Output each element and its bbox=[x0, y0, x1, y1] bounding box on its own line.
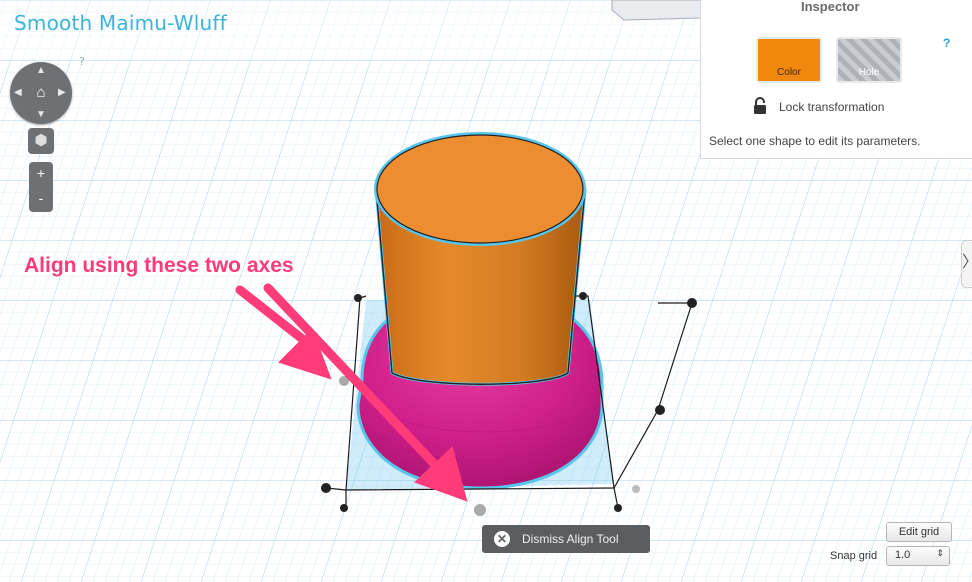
help-icon[interactable]: ? bbox=[79, 55, 85, 68]
align-handle bbox=[614, 504, 622, 512]
dismiss-align-tool-label: Dismiss Align Tool bbox=[522, 532, 619, 546]
panel-collapse-tab[interactable]: 〉 bbox=[961, 240, 972, 288]
hole-swatch-button[interactable]: Hole bbox=[836, 37, 902, 83]
align-handle bbox=[354, 294, 362, 302]
lock-icon[interactable] bbox=[753, 97, 767, 115]
document-title[interactable]: Smooth Maimu-Wluff bbox=[14, 11, 227, 35]
align-handle bbox=[579, 292, 587, 300]
orbit-up-icon[interactable]: ▲ bbox=[36, 66, 46, 76]
orbit-down-icon[interactable]: ▼ bbox=[36, 110, 46, 120]
zoom-control: + - bbox=[29, 162, 53, 212]
align-handle bbox=[632, 485, 640, 493]
orbit-control[interactable]: ▲ ▼ ◀ ▶ ⌂ bbox=[10, 62, 72, 124]
zoom-in-button[interactable]: + bbox=[29, 162, 53, 186]
select-arrows-icon: ⇕ bbox=[936, 548, 944, 558]
close-icon[interactable]: ✕ bbox=[494, 531, 510, 547]
align-handle bbox=[687, 298, 697, 308]
lock-transformation-label: Lock transformation bbox=[779, 100, 885, 114]
align-handle bbox=[655, 405, 665, 415]
align-handle bbox=[474, 504, 486, 516]
color-swatch-label: Color bbox=[777, 67, 801, 78]
inspector-panel: Inspector ? Color Hole Lock transformati… bbox=[700, 0, 972, 159]
align-handle bbox=[321, 483, 331, 493]
inspector-hint: Select one shape to edit its parameters. bbox=[709, 134, 921, 148]
view-cube-icon[interactable]: ⬢ bbox=[28, 128, 54, 154]
orbit-left-icon[interactable]: ◀ bbox=[14, 88, 22, 98]
color-swatch-button[interactable]: Color bbox=[756, 37, 822, 83]
align-handle bbox=[340, 504, 348, 512]
orange-cylinder-shape[interactable] bbox=[374, 132, 587, 386]
snap-grid-value: 1.0 bbox=[895, 549, 911, 561]
dismiss-align-tool-button[interactable]: ✕ Dismiss Align Tool bbox=[482, 525, 650, 553]
edit-grid-button[interactable]: Edit grid bbox=[886, 522, 952, 542]
hole-swatch-label: Hole bbox=[858, 67, 880, 78]
home-icon[interactable]: ⌂ bbox=[32, 84, 50, 102]
inspector-help-icon[interactable]: ? bbox=[943, 36, 950, 50]
snap-grid-label: Snap grid bbox=[830, 550, 878, 562]
partial-shape-top bbox=[611, 0, 713, 21]
snap-grid-select[interactable]: 1.0 ⇕ bbox=[886, 546, 950, 566]
annotation-text: Align using these two axes bbox=[24, 254, 294, 277]
orbit-right-icon[interactable]: ▶ bbox=[58, 88, 66, 98]
zoom-out-button[interactable]: - bbox=[29, 187, 53, 211]
inspector-title: Inspector bbox=[801, 0, 860, 14]
